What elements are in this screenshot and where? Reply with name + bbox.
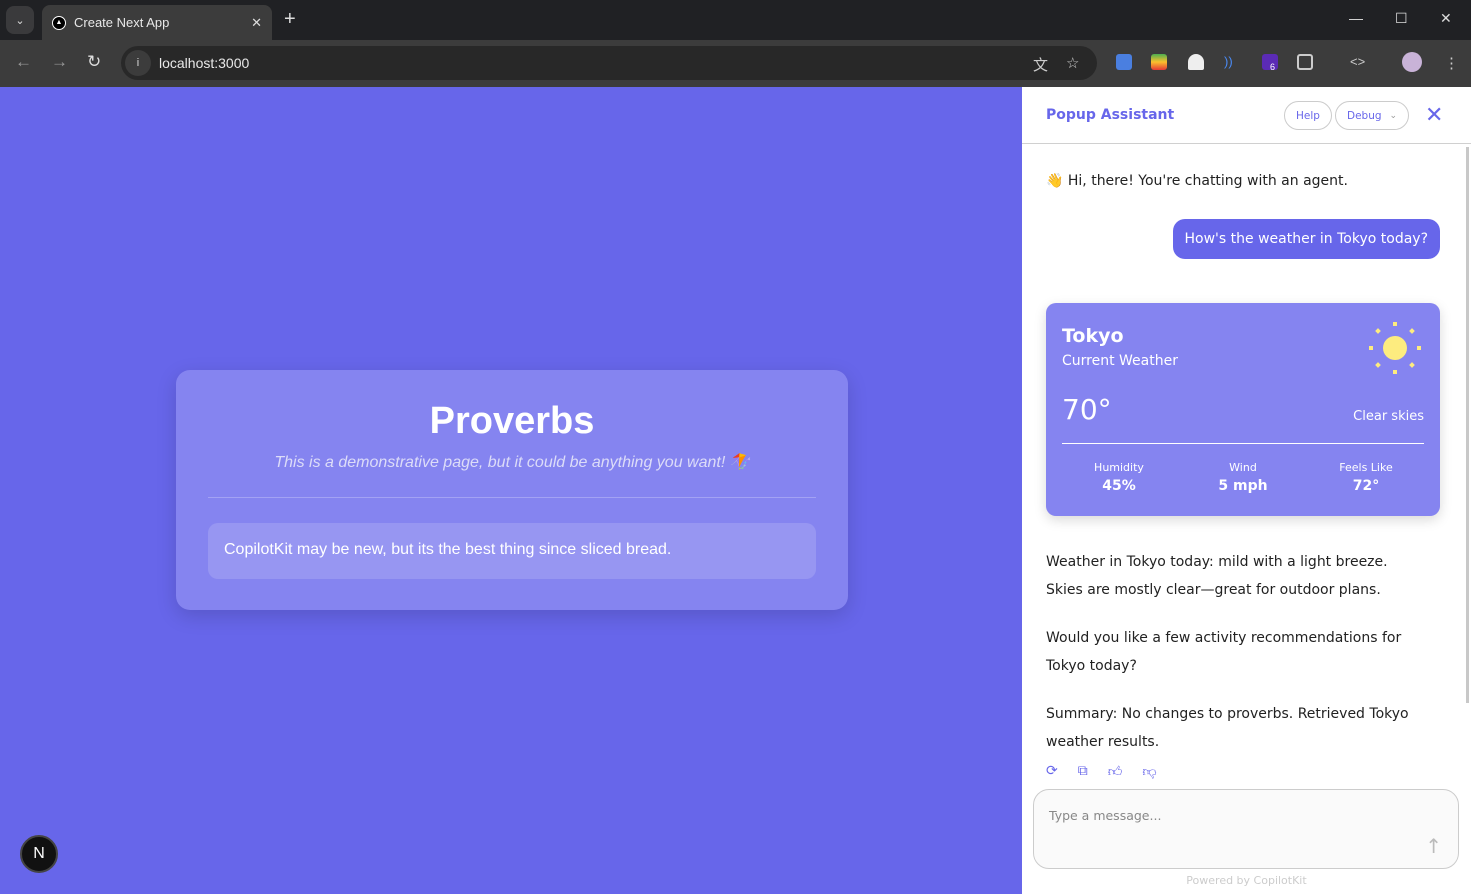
stat-value: 72° [1352,478,1380,494]
color-extension-icon[interactable] [1151,54,1167,70]
weather-card: Tokyo Current Weather 70° Clear skies Hu… [1046,303,1440,516]
proverb-item: CopilotKit may be new, but its the best … [208,523,816,579]
reload-button[interactable]: ↻ [87,52,101,72]
page-subtitle: This is a demonstrative page, but it cou… [274,454,750,471]
browser-tab[interactable]: ▲ Create Next App ✕ [42,5,272,40]
extension-badge: 6 [1270,62,1276,72]
forward-button[interactable]: → [51,52,68,72]
divider [208,497,816,498]
close-window-button[interactable]: ✕ [1440,10,1452,27]
chevron-down-icon: ⌄ [1389,110,1398,121]
user-message: How's the weather in Tokyo today? [1172,219,1440,259]
scrollbar[interactable] [1466,147,1469,703]
proverbs-card: Proverbs This is a demonstrative page, b… [176,370,848,610]
nextjs-favicon-icon: ▲ [52,15,66,30]
weather-temperature: 70° [1062,393,1112,426]
input-placeholder: Type a message... [1049,808,1162,823]
close-chat-button[interactable]: ✕ [1425,103,1443,128]
humidity-stat: Humidity 45% [1054,461,1184,494]
stat-label: Humidity [1094,461,1144,474]
devtools-code-icon[interactable]: <> [1350,54,1366,70]
thumbs-up-icon[interactable]: 👍︎ [1108,763,1123,780]
bookmark-star-icon[interactable]: ☆ [1066,54,1079,72]
google-translate-extension-icon[interactable] [1116,54,1132,70]
message-actions: ⟳ ⧉ 👍︎ 👎︎ [1046,763,1157,780]
assistant-reply: Would you like a few activity recommenda… [1046,630,1402,674]
tab-search-button[interactable]: ⌄ [6,6,34,34]
stat-value: 5 mph [1218,478,1268,494]
weather-condition: Clear skies [1353,409,1424,424]
stat-value: 45% [1102,478,1136,494]
feels-like-stat: Feels Like 72° [1301,461,1431,494]
chat-header: Popup Assistant Help Debug ⌄ ✕ [1022,87,1471,144]
chat-panel: Popup Assistant Help Debug ⌄ ✕ 👋 Hi, ther… [1022,87,1471,894]
maximize-button[interactable]: ☐ [1395,10,1408,27]
debug-label: Debug [1347,109,1382,122]
wireless-extension-icon[interactable]: )) [1224,54,1240,70]
new-tab-button[interactable]: + [284,8,296,31]
weather-divider [1062,443,1424,444]
regenerate-icon[interactable]: ⟳ [1046,763,1058,780]
page-title: Proverbs [429,400,595,442]
help-button[interactable]: Help [1284,101,1332,130]
weather-city: Tokyo [1062,325,1124,347]
copy-icon[interactable]: ⧉ [1078,763,1088,780]
cloud-extension-icon[interactable] [1188,54,1204,70]
send-arrow-icon[interactable]: ↑ [1425,834,1442,858]
stat-label: Feels Like [1339,461,1393,474]
site-info-icon[interactable]: i [125,50,151,76]
assistant-reply: Summary: No changes to proverbs. Retriev… [1046,706,1409,750]
nextjs-dev-badge[interactable]: N [20,835,58,873]
assistant-reply: Weather in Tokyo today: mild with a ligh… [1046,554,1388,598]
thumbs-down-icon[interactable]: 👎︎ [1142,763,1156,780]
address-bar[interactable]: i localhost:3000 文 ☆ [121,46,1097,80]
debug-button[interactable]: Debug ⌄ [1335,101,1410,130]
profile-avatar[interactable] [1402,52,1422,72]
browser-menu-icon[interactable]: ⋮ [1444,54,1460,72]
translate-icon[interactable]: 文 [1033,54,1048,75]
assistant-greeting: 👋 Hi, there! You're chatting with an age… [1046,173,1348,189]
powered-by-footer: Powered by CopilotKit [1186,874,1307,887]
tab-bar: ⌄ ▲ Create Next App ✕ + — ☐ ✕ [0,0,1471,40]
chat-title: Popup Assistant [1046,107,1175,123]
back-button[interactable]: ← [15,52,32,72]
weather-subtitle: Current Weather [1062,353,1178,369]
message-input[interactable]: Type a message... ↑ [1033,789,1459,869]
sun-icon [1369,322,1421,374]
stat-label: Wind [1229,461,1257,474]
minimize-button[interactable]: — [1349,10,1363,26]
tab-title: Create Next App [74,15,170,30]
url-text: localhost:3000 [159,55,250,71]
close-tab-icon[interactable]: ✕ [251,15,262,31]
main-page: Proverbs This is a demonstrative page, b… [0,87,1022,894]
extensions-puzzle-icon[interactable] [1297,54,1313,70]
purple-extension-icon[interactable]: 6 [1262,54,1278,72]
wind-stat: Wind 5 mph [1178,461,1308,494]
